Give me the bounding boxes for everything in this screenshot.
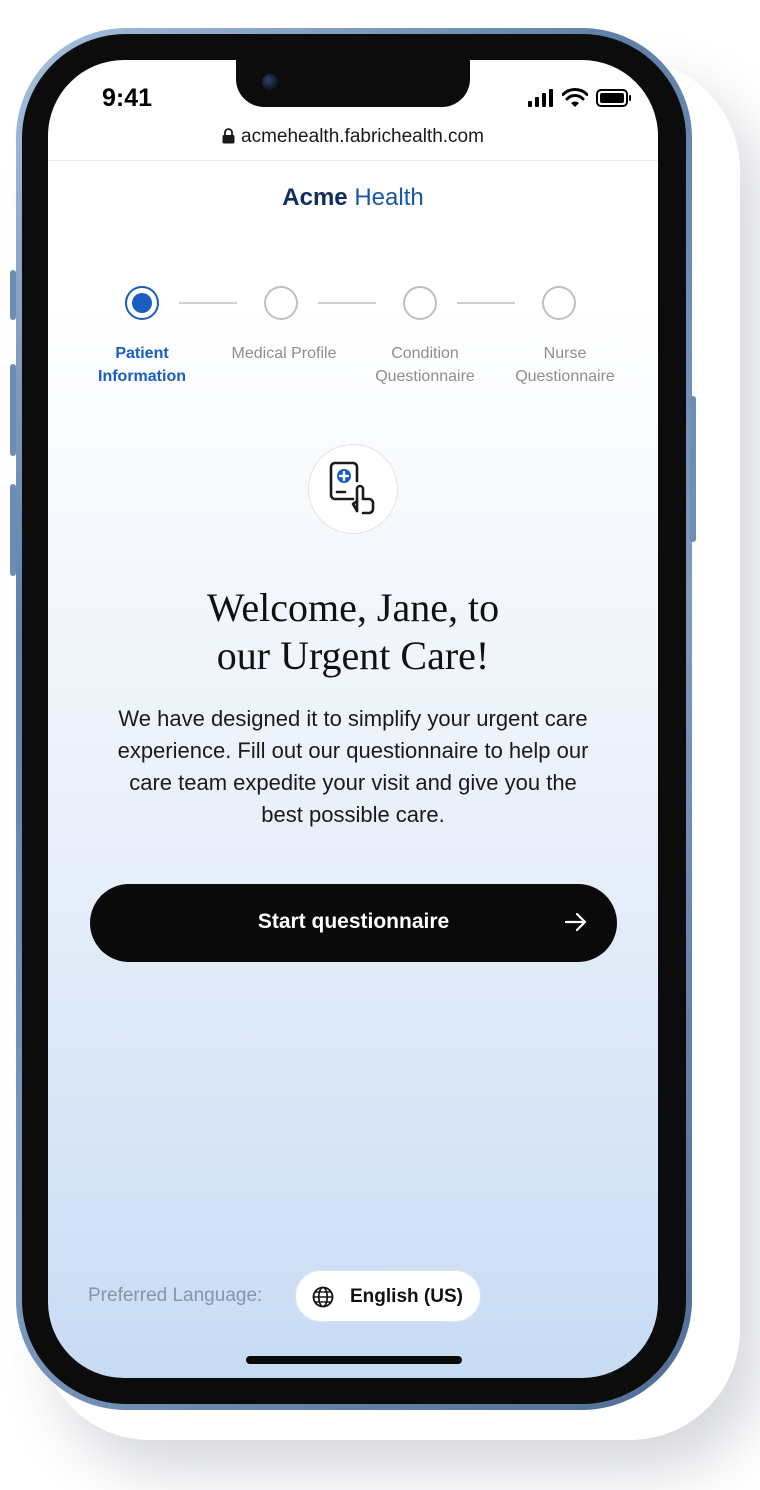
side-button-power (690, 396, 696, 542)
side-button-mute (10, 270, 16, 320)
signal-icon (528, 89, 553, 107)
step-label-line: Nurse (543, 345, 587, 362)
home-indicator[interactable] (246, 1356, 462, 1364)
browser-url-bar[interactable]: acmehealth.fabrichealth.com (48, 126, 658, 161)
phone-screen: 9:41 acmehealth.fabrichealth.com Acme He… (48, 60, 658, 1378)
step-circle-condition-questionnaire (403, 286, 437, 320)
step-connector (318, 302, 376, 304)
step-label-medical-profile: Medical Profile (214, 342, 354, 365)
step-circle-medical-profile (264, 286, 298, 320)
step-circle-patient-information (125, 286, 159, 320)
step-label-line: Patient (115, 345, 169, 362)
welcome-heading: Welcome, Jane, to our Urgent Care! (68, 584, 638, 680)
preferred-language-row: Preferred Language: English (US) (88, 1270, 628, 1322)
side-button-volume-up (10, 364, 16, 456)
start-questionnaire-button[interactable]: Start questionnaire (90, 884, 617, 962)
intro-line: care team expedite your visit and give y… (129, 770, 577, 795)
start-questionnaire-label: Start questionnaire (257, 910, 450, 933)
step-connector (457, 302, 515, 304)
step-active-dot (132, 293, 152, 313)
status-time: 9:41 (102, 84, 153, 112)
hero-icon-badge (308, 444, 398, 534)
intro-line: experience. Fill out our questionnaire t… (117, 738, 589, 763)
welcome-line-2: our Urgent Care! (216, 633, 490, 678)
step-circle-nurse-questionnaire (542, 286, 576, 320)
step-label-line: Medical Profile (231, 345, 337, 362)
step-label-nurse-questionnaire: Nurse Questionnaire (495, 342, 635, 388)
arrow-right-icon (565, 912, 587, 932)
step-label-line: Questionnaire (515, 368, 615, 385)
progress-stepper: Patient Information Medical Profile Cond… (48, 286, 658, 396)
brand-logo: Acme Health (48, 184, 658, 212)
step-label-line: Information (98, 368, 186, 385)
side-button-volume-down (10, 484, 16, 576)
welcome-line-1: Welcome, Jane, to (206, 585, 500, 630)
url-text: acmehealth.fabrichealth.com (241, 126, 484, 147)
brand-name-bold: Acme (282, 184, 348, 211)
front-camera (262, 74, 278, 90)
step-label-line: Condition (391, 345, 459, 362)
globe-icon (312, 1286, 334, 1308)
intro-line: We have designed it to simplify your urg… (118, 706, 588, 731)
intro-line: best possible care. (261, 802, 445, 827)
step-connector (179, 302, 237, 304)
language-selector[interactable]: English (US) (295, 1270, 481, 1322)
language-value: English (US) (350, 1286, 463, 1307)
preferred-language-label: Preferred Language: (88, 1285, 263, 1306)
brand-name-regular: Health (354, 184, 424, 211)
battery-icon (596, 89, 631, 107)
phone-medical-tap-icon (329, 461, 375, 515)
step-label-patient-information: Patient Information (72, 342, 212, 388)
step-label-condition-questionnaire: Condition Questionnaire (355, 342, 495, 388)
lock-icon (222, 128, 235, 144)
status-icons (528, 88, 632, 108)
wifi-icon (562, 88, 588, 107)
intro-text: We have designed it to simplify your urg… (78, 703, 628, 831)
step-label-line: Questionnaire (375, 368, 475, 385)
